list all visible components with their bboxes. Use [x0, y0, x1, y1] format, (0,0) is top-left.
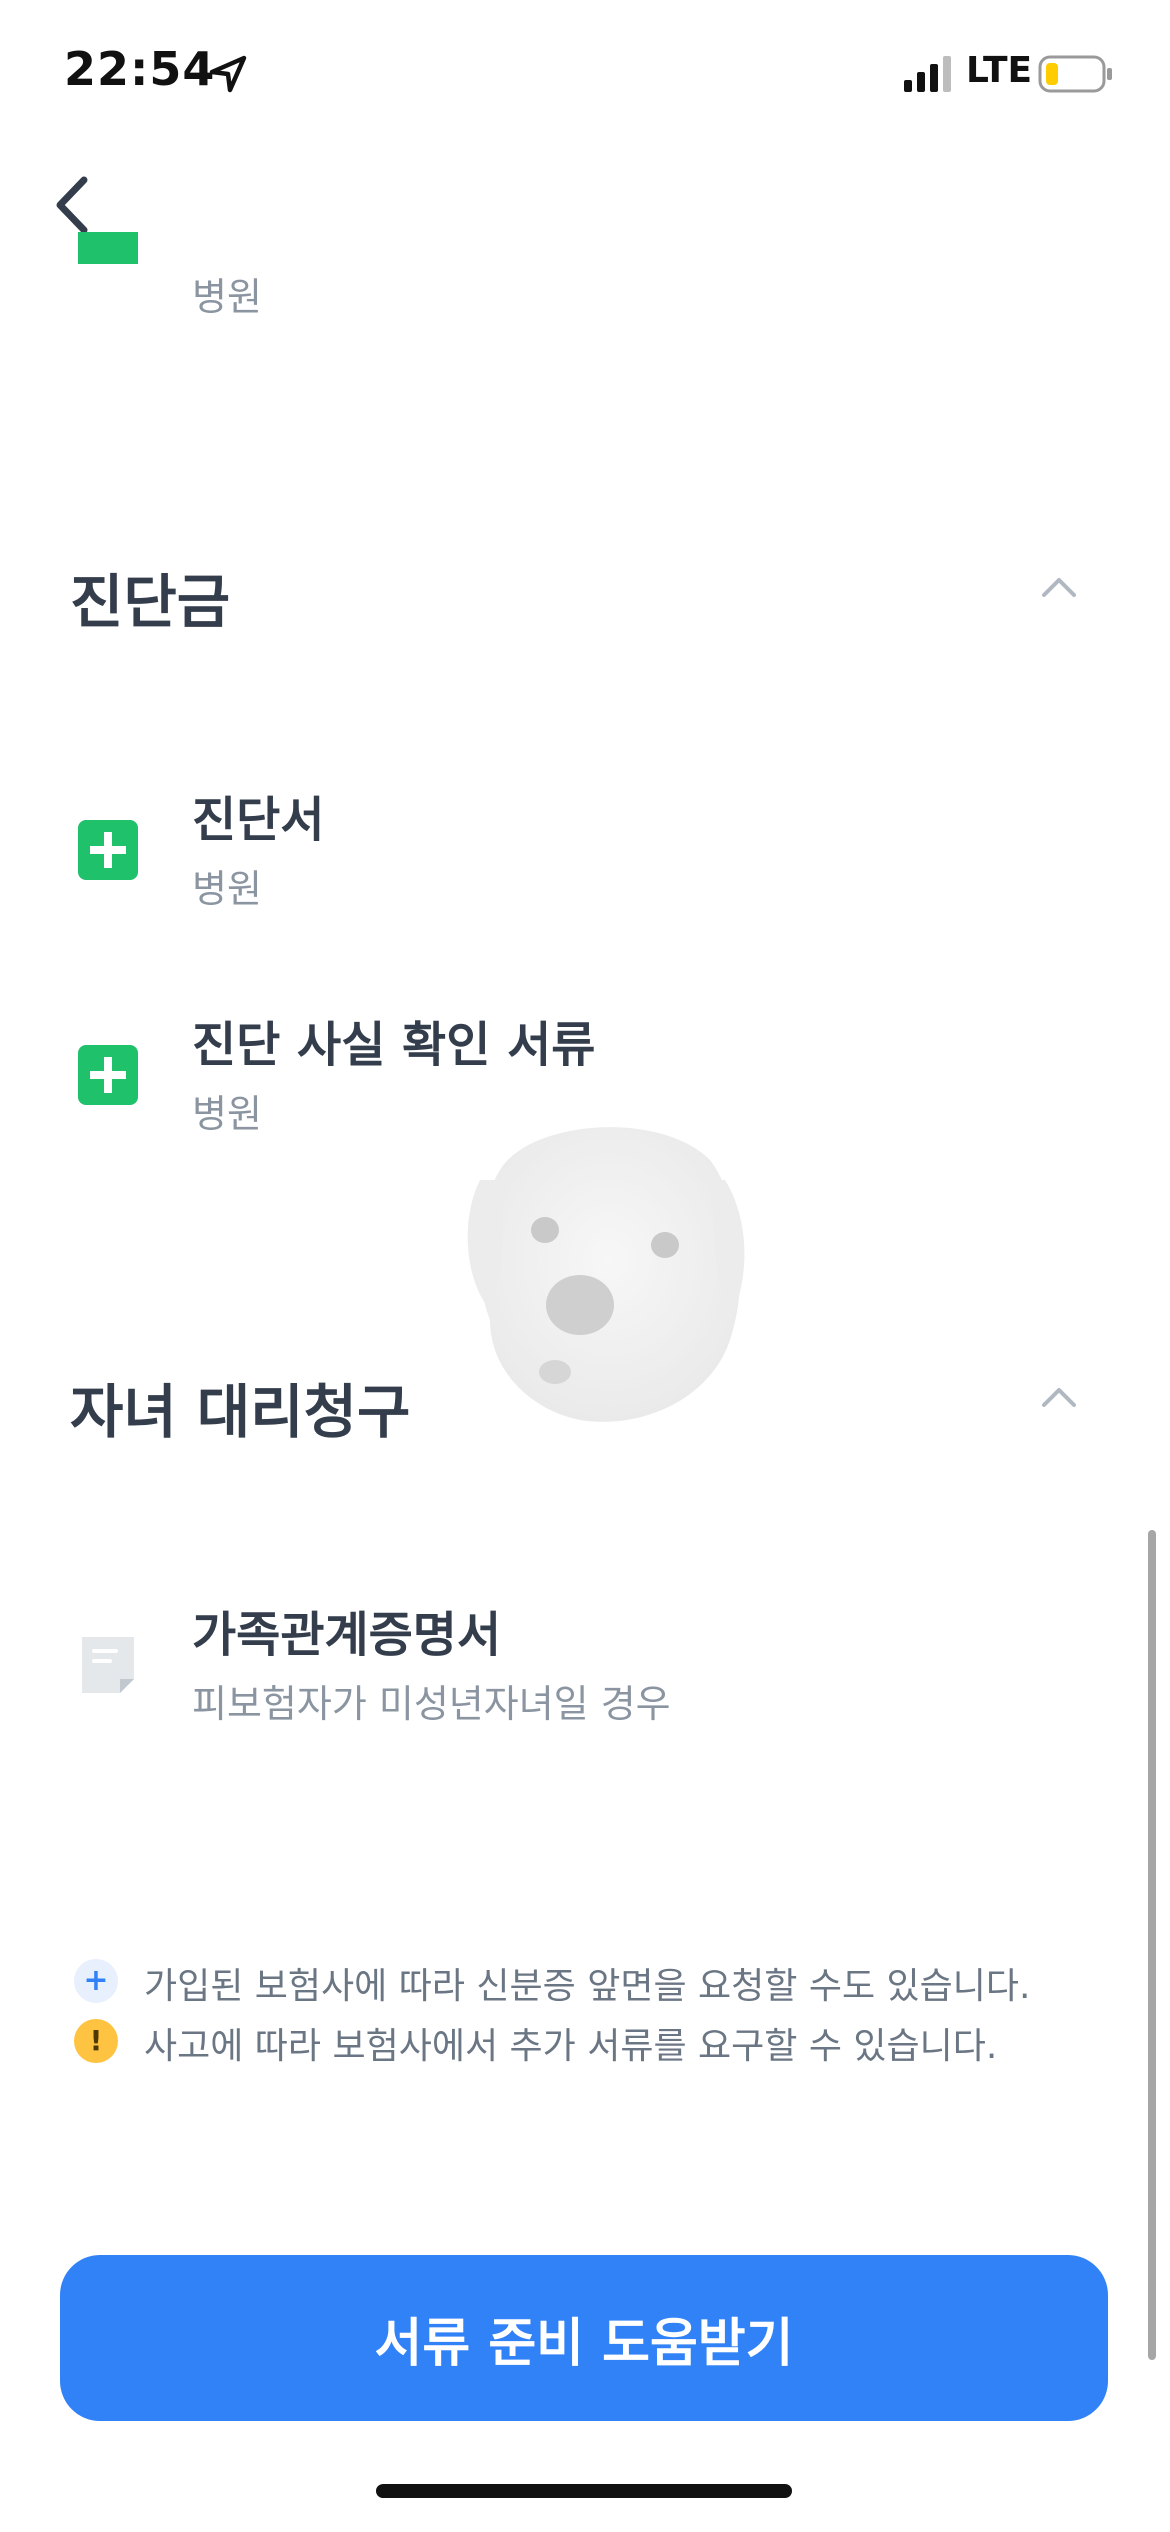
item-source-label: 병원: [192, 867, 262, 911]
list-item-partial[interactable]: 병원: [0, 200, 1170, 330]
plus-square-icon: [78, 1045, 138, 1105]
item-source-label: 병원: [192, 275, 262, 319]
location-arrow-icon: [209, 55, 247, 93]
info-note: + 가입된 보험사에 따라 신분증 앞면을 요청할 수도 있습니다.: [70, 1955, 1070, 2007]
list-item[interactable]: 진단서 병원: [0, 780, 1170, 920]
status-bar: 22:54 LTE: [0, 0, 1170, 150]
cellular-signal-icon: [904, 56, 951, 92]
section-title: 자녀 대리청구: [70, 1378, 411, 1446]
chevron-up-icon: [1042, 578, 1076, 597]
item-source-label: 병원: [192, 1092, 262, 1136]
plus-square-icon: [78, 820, 138, 880]
item-title: 가족관계증명서: [192, 1607, 502, 1663]
scrollbar[interactable]: [1148, 1530, 1156, 2360]
section-header-child-claim[interactable]: 자녀 대리청구: [0, 1355, 1170, 1446]
status-time: 22:54: [64, 42, 216, 96]
document-icon: [82, 1637, 134, 1693]
plus-circle-icon: +: [74, 1959, 118, 2003]
warning-note: ! 사고에 따라 보험사에서 추가 서류를 요구할 수 있습니다.: [70, 2015, 1070, 2067]
plus-square-icon: [78, 232, 138, 264]
section-title: 진단금: [70, 568, 231, 636]
battery-low-icon: [1038, 55, 1112, 93]
chevron-up-icon: [1042, 1388, 1076, 1407]
item-title: 진단 사실 확인 서류: [192, 1017, 596, 1073]
item-condition-label: 피보험자가 미성년자녀일 경우: [192, 1682, 671, 1726]
home-indicator[interactable]: [376, 2484, 792, 2498]
note-text: 가입된 보험사에 따라 신분증 앞면을 요청할 수도 있습니다.: [144, 1966, 1031, 2007]
list-item[interactable]: 가족관계증명서 피보험자가 미성년자녀일 경우: [0, 1595, 1170, 1735]
section-header-diagnosis[interactable]: 진단금: [0, 545, 1170, 636]
network-type-label: LTE: [966, 50, 1033, 91]
item-title: 진단서: [192, 792, 325, 848]
get-document-help-button[interactable]: 서류 준비 도움받기: [60, 2255, 1108, 2421]
note-text: 사고에 따라 보험사에서 추가 서류를 요구할 수 있습니다.: [144, 2026, 998, 2067]
exclamation-circle-icon: !: [74, 2019, 118, 2063]
